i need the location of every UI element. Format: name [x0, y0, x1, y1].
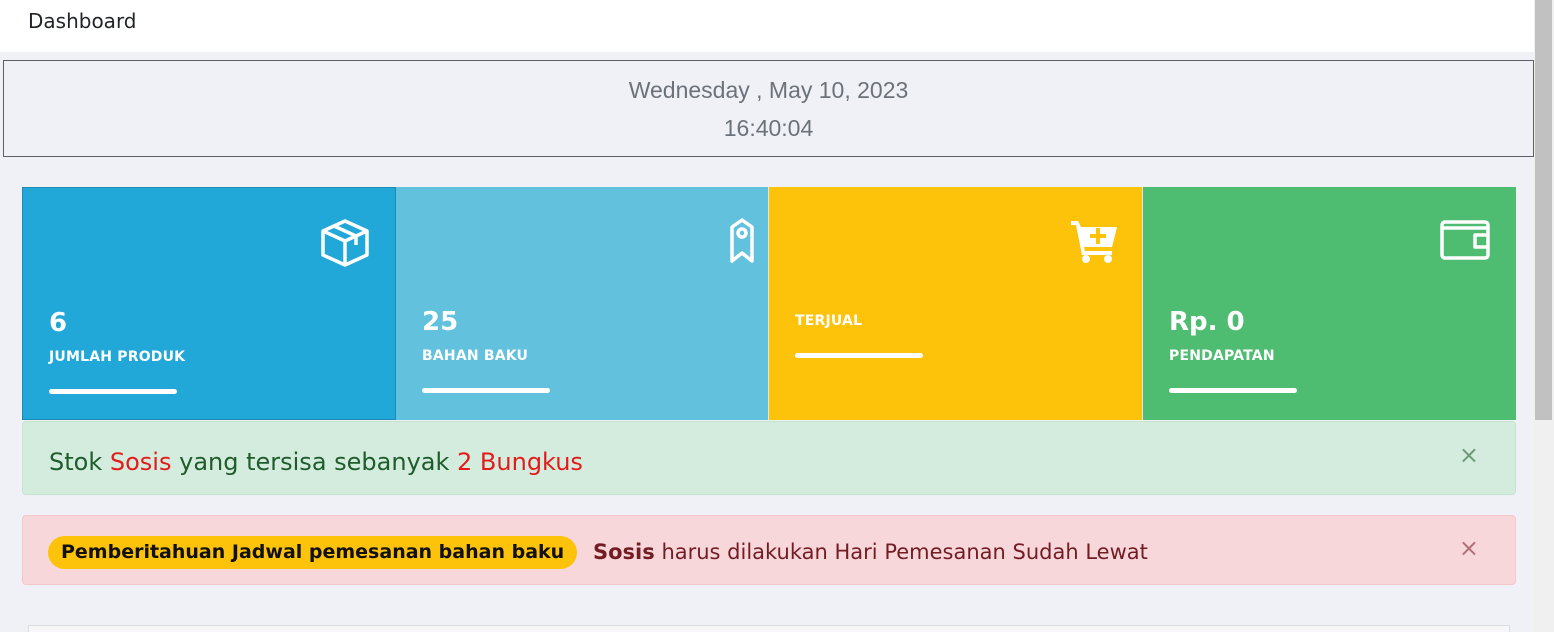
card-jumlah-produk[interactable]: 6 JUMLAH PRODUK [22, 187, 396, 420]
notification-badge: Pemberitahuan Jadwal pemesanan bahan bak… [48, 536, 578, 569]
top-header: Dashboard [0, 0, 1534, 52]
card-label: JUMLAH PRODUK [49, 349, 186, 365]
card-progress-bar [49, 389, 177, 394]
stock-middle: yang tersisa sebanyak [179, 448, 450, 476]
stock-prefix: Stok [49, 448, 103, 476]
page-title: Dashboard [28, 9, 137, 33]
card-pendapatan[interactable]: Rp. 0 PENDAPATAN [1142, 187, 1516, 420]
order-schedule-alert: Pemberitahuan Jadwal pemesanan bahan bak… [22, 515, 1516, 585]
card-label: PENDAPATAN [1169, 348, 1275, 364]
card-progress-bar [795, 353, 923, 358]
stock-item: Sosis [109, 448, 172, 476]
card-label: TERJUAL [795, 313, 863, 329]
order-alert-message: Sosis harus dilakukan Hari Pemesanan Sud… [593, 540, 1148, 564]
close-icon[interactable]: × [1459, 443, 1479, 467]
content-panel [28, 625, 1510, 632]
page-scrollbar[interactable] [1534, 0, 1554, 632]
box-icon [319, 218, 371, 272]
card-progress-bar [1169, 388, 1297, 393]
card-progress-bar [422, 388, 550, 393]
card-terjual[interactable]: TERJUAL [768, 187, 1142, 420]
order-message: harus dilakukan Hari Pemesanan Sudah Lew… [661, 540, 1148, 564]
card-value: 25 [422, 307, 459, 337]
stock-amount: 2 Bungkus [457, 448, 583, 476]
close-icon[interactable]: × [1459, 536, 1479, 560]
card-value: 6 [49, 308, 68, 338]
order-item: Sosis [593, 540, 655, 564]
stat-cards: 6 JUMLAH PRODUK 25 BAHAN BAKU TERJUAL Rp… [22, 187, 1516, 420]
datetime-panel: Wednesday , May 10, 2023 16:40:04 [3, 60, 1534, 157]
current-time: 16:40:04 [723, 115, 814, 141]
stock-alert: Stok Sosis yang tersisa sebanyak 2 Bungk… [22, 421, 1516, 495]
wallet-icon [1439, 217, 1493, 267]
stock-alert-message: Stok Sosis yang tersisa sebanyak 2 Bungk… [49, 448, 583, 476]
card-bahan-baku[interactable]: 25 BAHAN BAKU [396, 187, 768, 420]
card-label: BAHAN BAKU [422, 348, 529, 364]
current-date: Wednesday , May 10, 2023 [628, 77, 909, 103]
scrollbar-thumb[interactable] [1535, 0, 1552, 420]
cart-plus-icon [1069, 217, 1119, 267]
card-value: Rp. 0 [1169, 307, 1245, 337]
tag-icon [729, 217, 755, 269]
